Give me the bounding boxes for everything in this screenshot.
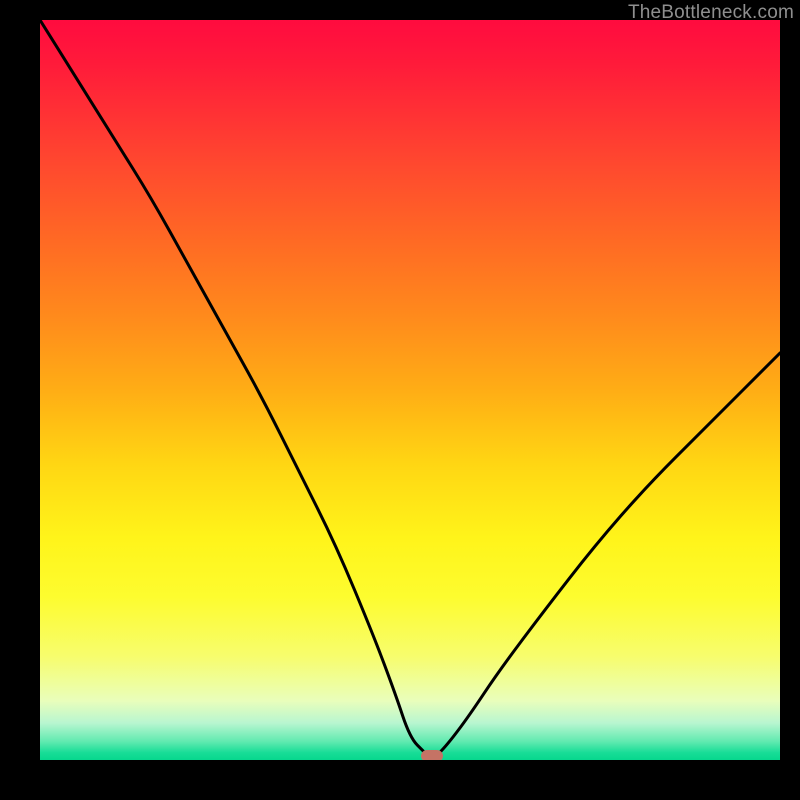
curve-path (40, 20, 780, 758)
minimum-marker (421, 750, 443, 760)
plot-area (40, 20, 780, 760)
bottleneck-curve (40, 20, 780, 760)
chart-frame: TheBottleneck.com (0, 0, 800, 800)
watermark-text: TheBottleneck.com (628, 2, 794, 24)
